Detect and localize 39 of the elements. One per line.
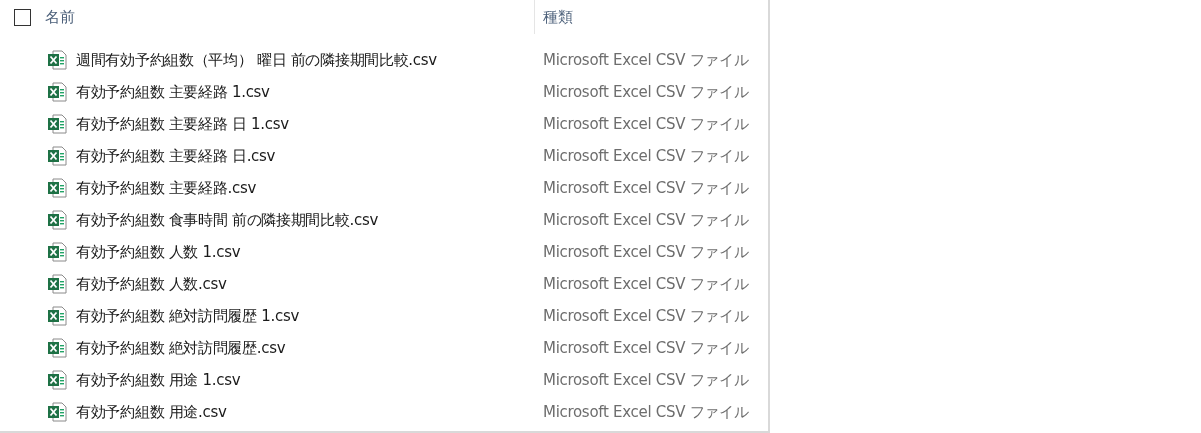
file-name[interactable]: 有効予約組数 主要経路 1.csv [76, 82, 270, 102]
file-type: Microsoft Excel CSV ファイル [542, 210, 750, 230]
column-header[interactable]: 種類 [543, 7, 573, 27]
file-name[interactable]: 有効予約組数 主要経路 日 1.csv [76, 114, 289, 134]
file-type: Microsoft Excel CSV ファイル [542, 306, 750, 326]
file-name[interactable]: 有効予約組数 絶対訪問履歴.csv [76, 338, 286, 358]
spreadsheet-file-icon [47, 178, 67, 198]
file-type: Microsoft Excel CSV ファイル [542, 274, 750, 294]
file-name[interactable]: 有効予約組数 主要経路.csv [76, 178, 256, 198]
file-name[interactable]: 有効予約組数 用途.csv [76, 402, 227, 422]
spreadsheet-file-icon [47, 370, 67, 390]
column-header[interactable]: 名前 [45, 7, 75, 27]
spreadsheet-file-icon [47, 274, 67, 294]
file-name[interactable]: 有効予約組数 主要経路 日.csv [76, 146, 276, 166]
file-type: Microsoft Excel CSV ファイル [542, 50, 750, 70]
file-name[interactable]: 有効予約組数 人数.csv [76, 274, 227, 294]
file-type: Microsoft Excel CSV ファイル [542, 242, 750, 262]
file-name[interactable]: 週間有効予約組数（平均） 曜日 前の隣接期間比較.csv [76, 50, 437, 70]
spreadsheet-file-icon [47, 210, 67, 230]
spreadsheet-file-icon [47, 402, 67, 422]
file-type: Microsoft Excel CSV ファイル [542, 402, 750, 422]
spreadsheet-file-icon [47, 338, 67, 358]
file-name[interactable]: 有効予約組数 絶対訪問履歴 1.csv [76, 306, 300, 326]
file-name[interactable]: 有効予約組数 人数 1.csv [76, 242, 241, 262]
spreadsheet-file-icon [47, 50, 67, 70]
file-type: Microsoft Excel CSV ファイル [542, 114, 750, 134]
spreadsheet-file-icon [47, 82, 67, 102]
file-type: Microsoft Excel CSV ファイル [542, 146, 750, 166]
file-name[interactable]: 有効予約組数 用途 1.csv [76, 370, 241, 390]
file-type: Microsoft Excel CSV ファイル [542, 370, 750, 390]
spreadsheet-file-icon [47, 242, 67, 262]
file-type: Microsoft Excel CSV ファイル [542, 82, 750, 102]
file-name[interactable]: 有効予約組数 食事時間 前の隣接期間比較.csv [76, 210, 379, 230]
file-type: Microsoft Excel CSV ファイル [542, 178, 750, 198]
spreadsheet-file-icon [47, 114, 67, 134]
spreadsheet-file-icon [47, 306, 67, 326]
spreadsheet-file-icon [47, 146, 67, 166]
file-type: Microsoft Excel CSV ファイル [542, 338, 750, 358]
select-all-checkbox[interactable] [14, 8, 31, 26]
